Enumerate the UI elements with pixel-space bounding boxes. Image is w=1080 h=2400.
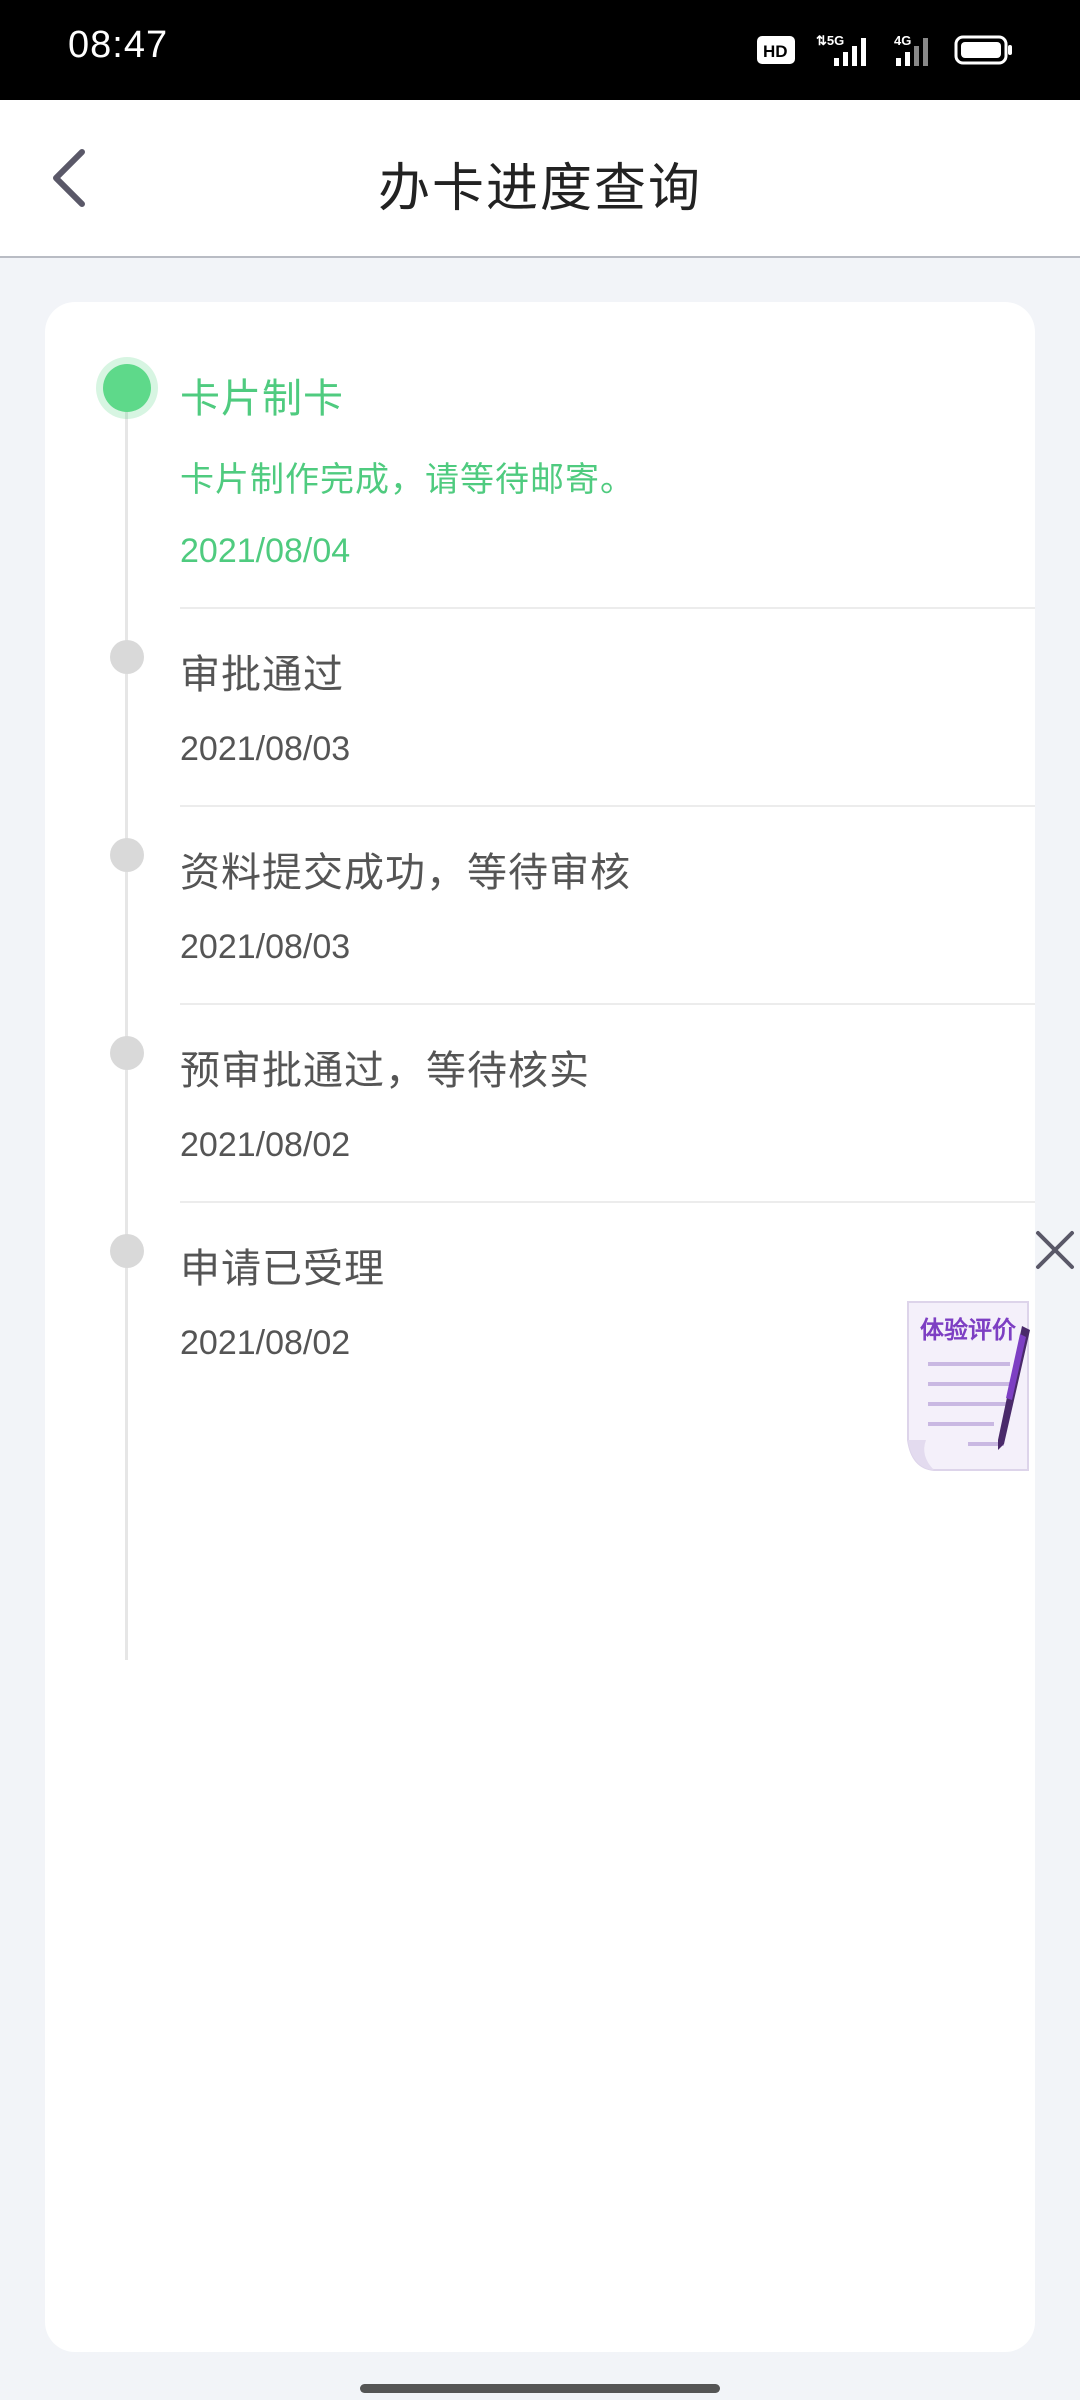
active-step-dot xyxy=(103,364,151,412)
step-divider xyxy=(180,607,1035,609)
step-date: 2021/08/03 xyxy=(180,730,351,768)
step-title: 预审批通过，等待核实 xyxy=(180,1048,590,1094)
step-dot xyxy=(110,1234,144,1268)
step-divider xyxy=(180,805,1035,807)
step-title: 卡片制卡 xyxy=(180,376,344,422)
nav-bar: 办卡进度查询 xyxy=(0,100,1080,258)
step-dot xyxy=(110,1036,144,1070)
hd-icon: HD xyxy=(757,36,795,64)
step-divider xyxy=(180,1201,1035,1203)
step-date: 2021/08/02 xyxy=(180,1324,351,1362)
step-dot xyxy=(110,838,144,872)
signal-4g-icon: 4G xyxy=(894,33,928,66)
svg-text:⇅5G: ⇅5G xyxy=(816,33,844,48)
page-title: 办卡进度查询 xyxy=(377,159,702,219)
home-indicator[interactable] xyxy=(360,2384,720,2393)
signal-5g-icon: ⇅5G xyxy=(816,33,866,66)
battery-icon xyxy=(954,35,1012,65)
step-title: 资料提交成功，等待审核 xyxy=(180,850,631,896)
progress-card: 卡片制卡 卡片制作完成，请等待邮寄。 2021/08/04 审批通过 2021/… xyxy=(45,302,1035,2352)
close-review-button[interactable] xyxy=(1030,1225,1080,1275)
step-title: 审批通过 xyxy=(180,652,344,698)
step-description: 卡片制作完成，请等待邮寄。 xyxy=(180,460,635,500)
timeline-line xyxy=(125,390,128,1660)
step-date: 2021/08/02 xyxy=(180,1126,351,1164)
step-dot xyxy=(110,640,144,674)
close-icon xyxy=(1036,1231,1074,1269)
step-date: 2021/08/03 xyxy=(180,928,351,966)
step-date: 2021/08/04 xyxy=(180,532,351,570)
svg-text:HD: HD xyxy=(763,42,788,61)
step-title: 申请已受理 xyxy=(180,1246,385,1292)
review-float-button[interactable]: 体验评价 xyxy=(904,1300,1034,1478)
status-time: 08:47 xyxy=(68,24,169,66)
status-icons: HD ⇅5G 4G xyxy=(756,30,1014,70)
step-divider xyxy=(180,1003,1035,1005)
review-label: 体验评价 xyxy=(920,1316,1016,1344)
status-bar: 08:47 HD ⇅5G 4G xyxy=(0,0,1080,100)
svg-text:4G: 4G xyxy=(894,33,911,48)
